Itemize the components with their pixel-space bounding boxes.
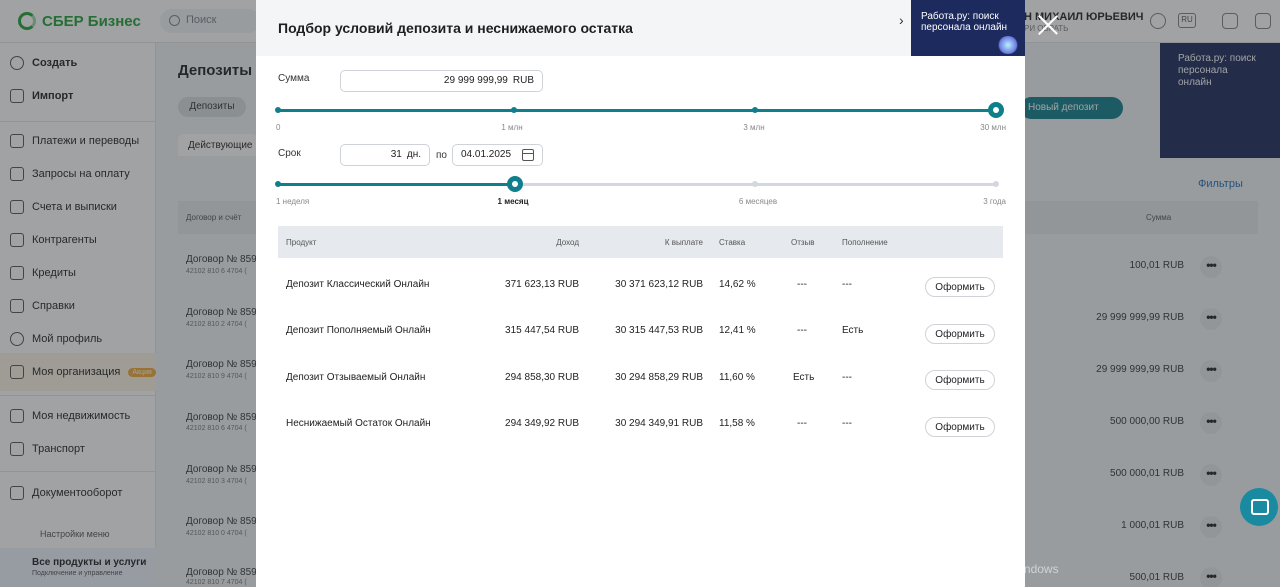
col-topup: Пополнение xyxy=(842,238,888,247)
term-tick-label: 6 месяцев xyxy=(738,197,778,206)
sum-tick-label: 3 млн xyxy=(743,123,765,132)
cell-recall: --- xyxy=(797,325,807,336)
modal-title: Подбор условий депозита и неснижаемого о… xyxy=(278,20,633,36)
term-label: Срок xyxy=(278,148,301,159)
sum-input[interactable]: 29 999 999,99 RUB xyxy=(340,70,543,92)
sum-slider-tick xyxy=(752,107,759,113)
term-days-unit: дн. xyxy=(406,149,421,160)
close-modal-icon[interactable] xyxy=(1037,14,1059,36)
apply-button[interactable]: Оформить xyxy=(925,417,995,437)
term-slider-fill xyxy=(278,183,515,186)
sum-slider-fill xyxy=(278,109,996,112)
cell-payout: 30 315 447,53 RUB xyxy=(615,325,703,336)
col-payout: К выплате xyxy=(664,238,703,247)
cell-topup: --- xyxy=(842,279,852,290)
results-table-header xyxy=(278,226,1003,258)
col-income: Доход xyxy=(556,238,579,247)
cell-income: 315 447,54 RUB xyxy=(505,325,579,336)
chat-support-icon[interactable] xyxy=(1240,488,1278,526)
sum-value: 29 999 999,99 xyxy=(443,75,508,86)
term-slider-tick xyxy=(993,181,999,187)
sum-slider-tick xyxy=(510,107,517,113)
cell-product: Депозит Классический Онлайн xyxy=(286,279,430,290)
cell-rate: 11,58 % xyxy=(719,418,755,429)
term-to-label: по xyxy=(436,150,447,161)
sum-tick-label: 30 млн xyxy=(980,123,1006,132)
cell-payout: 30 371 623,12 RUB xyxy=(615,279,703,290)
term-slider-tick xyxy=(752,181,759,187)
cell-payout: 30 294 858,29 RUB xyxy=(615,372,703,383)
cell-topup: Есть xyxy=(842,325,864,336)
sum-slider-handle[interactable] xyxy=(988,102,1004,118)
cell-product: Депозит Пополняемый Онлайн xyxy=(286,325,431,336)
term-tick-label-selected: 1 месяц xyxy=(497,197,529,206)
col-recall: Отзыв xyxy=(791,238,815,247)
apply-button[interactable]: Оформить xyxy=(925,324,995,344)
cell-product: Депозит Отзываемый Онлайн xyxy=(286,372,426,383)
term-slider-tick xyxy=(275,181,281,187)
apply-button[interactable]: Оформить xyxy=(925,370,995,390)
cell-rate: 12,41 % xyxy=(719,325,756,336)
term-slider[interactable] xyxy=(275,176,999,192)
sum-unit: RUB xyxy=(512,75,534,86)
sum-label: Сумма xyxy=(278,73,310,84)
cell-income: 371 623,13 RUB xyxy=(505,279,579,290)
term-end-date: 04.01.2025 xyxy=(461,149,512,160)
sum-slider[interactable] xyxy=(275,102,1004,118)
chevron-right-icon[interactable]: › xyxy=(899,12,904,28)
sum-slider-tick xyxy=(275,107,281,113)
cell-product: Неснижаемый Остаток Онлайн xyxy=(286,418,431,429)
modal-header: Подбор условий депозита и неснижаемого о… xyxy=(256,0,1025,56)
cell-recall: Есть xyxy=(793,372,815,383)
term-days-value: 31 xyxy=(390,149,402,160)
cell-payout: 30 294 349,91 RUB xyxy=(615,418,703,429)
sum-tick-label: 0 xyxy=(276,123,281,132)
term-slider-handle[interactable] xyxy=(506,176,523,192)
cell-recall: --- xyxy=(797,418,807,429)
calendar-icon[interactable] xyxy=(522,149,534,161)
term-tick-label: 1 неделя xyxy=(276,197,310,206)
term-end-date-input[interactable]: 04.01.2025 xyxy=(452,144,543,166)
cell-rate: 14,62 % xyxy=(719,279,756,290)
term-tick-label: 3 года xyxy=(983,197,1006,206)
sum-tick-label: 1 млн xyxy=(501,123,523,132)
cell-income: 294 349,92 RUB xyxy=(505,418,579,429)
cell-rate: 11,60 % xyxy=(719,372,755,383)
cell-recall: --- xyxy=(797,279,807,290)
col-product: Продукт xyxy=(286,238,317,247)
cell-topup: --- xyxy=(842,372,852,383)
cell-income: 294 858,30 RUB xyxy=(505,372,579,383)
apply-button[interactable]: Оформить xyxy=(925,277,995,297)
cell-topup: --- xyxy=(842,418,852,429)
deposit-calculator-modal: Подбор условий депозита и неснижаемого о… xyxy=(256,0,1025,587)
term-days-input[interactable]: 31 дн. xyxy=(340,144,430,166)
ad-banner[interactable]: Работа.ру: поиск персонала онлайн xyxy=(911,0,1025,56)
col-rate: Ставка xyxy=(719,238,746,247)
